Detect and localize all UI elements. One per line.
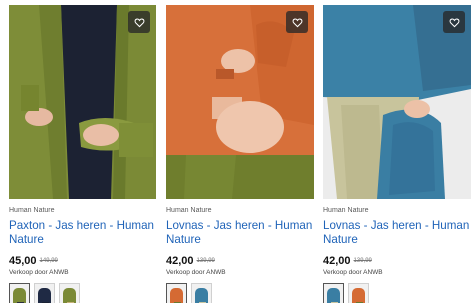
product-brand: Human Nature [166,207,212,214]
color-swatch[interactable] [323,283,344,303]
current-price: 45,00 [9,255,37,267]
product-title-link[interactable]: Lovnas - Jas heren - Human Nature [166,219,314,247]
jacket-photo [9,5,156,199]
seller-label: Verkoop door ANWB [9,269,69,276]
color-swatches [9,283,156,303]
old-price: 139,99 [353,258,372,264]
old-price: 139,99 [196,258,215,264]
product-title-link[interactable]: Paxton - Jas heren - Human Nature [9,219,156,247]
product-title-link[interactable]: Lovnas - Jas heren - Human Nature [323,219,471,247]
product-image[interactable] [166,5,314,199]
product-brand: Human Nature [9,207,55,214]
color-swatch[interactable] [59,283,80,303]
color-swatches [166,283,314,303]
color-swatch[interactable] [166,283,187,303]
product-card[interactable]: Human Nature Lovnas - Jas heren - Human … [323,5,471,303]
color-swatch[interactable] [191,283,212,303]
current-price: 42,00 [166,255,194,267]
product-image[interactable] [323,5,471,199]
color-swatch[interactable] [348,283,369,303]
product-brand: Human Nature [323,207,369,214]
price-row: 45,00 149,99 [9,253,156,267]
seller-label: Verkoop door ANWB [166,269,226,276]
heart-icon [449,18,459,27]
jacket-photo [166,5,314,199]
color-swatch[interactable] [9,283,30,303]
old-price: 149,99 [39,258,58,264]
favorite-button[interactable] [286,11,308,33]
seller-label: Verkoop door ANWB [323,269,383,276]
price-row: 42,00 139,99 [166,253,314,267]
favorite-button[interactable] [443,11,465,33]
product-card[interactable]: Human Nature Lovnas - Jas heren - Human … [166,5,314,303]
product-image[interactable] [9,5,156,199]
color-swatches [323,283,471,303]
heart-icon [292,18,302,27]
favorite-button[interactable] [128,11,150,33]
price-row: 42,00 139,99 [323,253,471,267]
product-card[interactable]: Human Nature Paxton - Jas heren - Human … [9,5,156,303]
color-swatch[interactable] [34,283,55,303]
jacket-photo [323,5,471,199]
current-price: 42,00 [323,255,351,267]
heart-icon [134,18,144,27]
